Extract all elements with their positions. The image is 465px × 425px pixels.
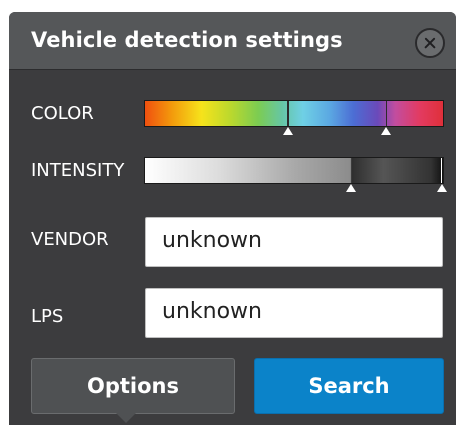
dialog-header: Vehicle detection settings <box>9 12 456 70</box>
color-label: COLOR <box>31 103 94 124</box>
lps-label: LPS <box>31 306 64 327</box>
vehicle-detection-settings-panel: Vehicle detection settings COLOR INTENSI… <box>9 12 456 425</box>
color-low-handle[interactable] <box>283 127 294 135</box>
close-icon[interactable] <box>415 28 445 58</box>
intensity-range-slider[interactable] <box>144 157 444 184</box>
intensity-high-handle[interactable] <box>436 184 447 192</box>
options-button[interactable]: Options <box>31 358 235 414</box>
intensity-range-high-marker <box>440 158 443 183</box>
color-high-handle[interactable] <box>381 127 392 135</box>
dialog-title: Vehicle detection settings <box>31 28 343 52</box>
color-range-high-marker <box>385 101 388 126</box>
lps-input[interactable]: unknown <box>145 288 443 338</box>
options-pointer-caret <box>116 413 136 423</box>
color-range-low-marker <box>287 101 289 126</box>
color-range-slider[interactable] <box>144 100 444 127</box>
vendor-input[interactable]: unknown <box>145 217 443 267</box>
search-button[interactable]: Search <box>254 358 444 414</box>
intensity-low-handle[interactable] <box>345 184 356 192</box>
intensity-label: INTENSITY <box>31 160 125 181</box>
vendor-label: VENDOR <box>31 229 109 250</box>
